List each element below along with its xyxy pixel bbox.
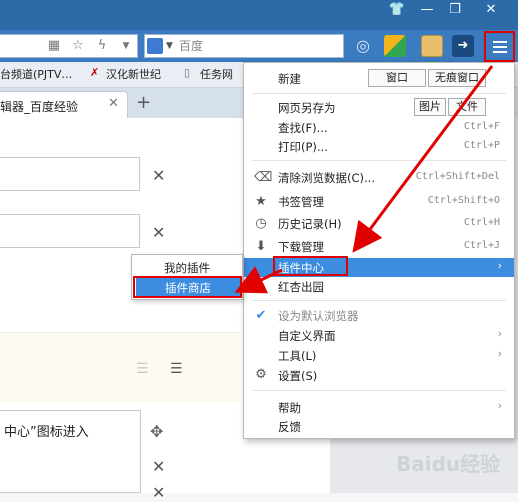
annotation-arrows xyxy=(234,65,494,294)
arrow-to-plugins xyxy=(352,65,494,253)
arrow-to-store xyxy=(234,266,283,294)
